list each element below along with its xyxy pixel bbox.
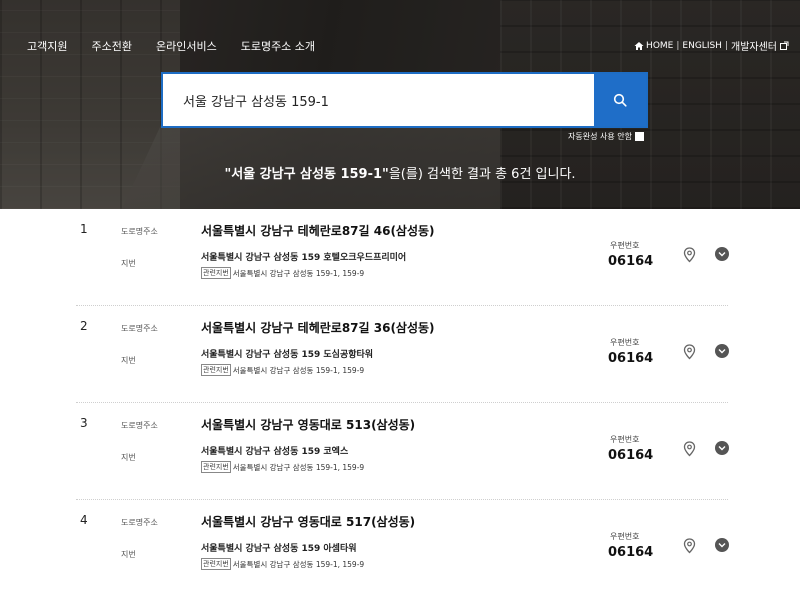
result-row: 2 도로명주소 지번 서울특별시 강남구 테헤란로87길 36(삼성동) 서울특…	[76, 306, 729, 403]
search-icon	[613, 93, 627, 107]
expand-button[interactable]	[715, 247, 729, 261]
util-separator: |	[724, 40, 728, 51]
road-address-label: 도로명주소	[121, 421, 158, 430]
dev-center-link[interactable]: 개발자센터	[731, 38, 777, 53]
road-address-label: 도로명주소	[121, 518, 158, 527]
jibun-label: 지번	[121, 259, 136, 268]
home-icon[interactable]	[634, 41, 644, 51]
result-row: 4 도로명주소 지번 서울특별시 강남구 영동대로 517(삼성동) 서울특별시…	[76, 500, 729, 597]
map-pin-icon[interactable]	[683, 344, 696, 360]
autocomplete-toggle[interactable]: 자동완성 사용 안함	[568, 131, 644, 142]
related-jibun-tag: 관련지번	[201, 461, 231, 473]
result-row: 3 도로명주소 지번 서울특별시 강남구 영동대로 513(삼성동) 서울특별시…	[76, 403, 729, 500]
results-list: 1 도로명주소 지번 서울특별시 강남구 테헤란로87길 46(삼성동) 서울특…	[0, 209, 800, 597]
autocomplete-checkbox[interactable]	[634, 132, 644, 141]
road-address[interactable]: 서울특별시 강남구 테헤란로87길 36(삼성동)	[201, 319, 435, 336]
expand-button[interactable]	[715, 344, 729, 358]
map-pin-icon[interactable]	[683, 538, 696, 554]
related-jibun: 관련지번 서울특별시 강남구 삼성동 159-1, 159-9	[201, 267, 364, 279]
road-address-label: 도로명주소	[121, 227, 158, 236]
jibun-label: 지번	[121, 550, 136, 559]
jibun-address: 서울특별시 강남구 삼성동 159 도심공항타워	[201, 350, 374, 360]
chevron-down-icon	[718, 446, 726, 451]
main-nav: 고객지원 주소전환 온라인서비스 도로명주소 소개	[27, 38, 339, 54]
related-jibun: 관련지번 서울특별시 강남구 삼성동 159-1, 159-9	[201, 461, 364, 473]
external-link-icon[interactable]	[780, 41, 789, 50]
road-address[interactable]: 서울특별시 강남구 영동대로 517(삼성동)	[201, 513, 415, 530]
related-jibun-value: 서울특별시 강남구 삼성동 159-1, 159-9	[232, 365, 365, 375]
result-number: 4	[80, 513, 88, 527]
result-row: 1 도로명주소 지번 서울특별시 강남구 테헤란로87길 46(삼성동) 서울특…	[76, 209, 729, 306]
jibun-address: 서울특별시 강남구 삼성동 159 코엑스	[201, 447, 349, 457]
zip-code: 06164	[608, 351, 654, 366]
chevron-down-icon	[718, 349, 726, 354]
jibun-label: 지번	[121, 356, 136, 365]
chevron-down-icon	[718, 252, 726, 257]
related-jibun-value: 서울특별시 강남구 삼성동 159-1, 159-9	[232, 268, 365, 278]
jibun-address: 서울특별시 강남구 삼성동 159 아셈타워	[201, 544, 357, 554]
nav-item-address-conversion[interactable]: 주소전환	[91, 38, 131, 54]
search-summary: "서울 강남구 삼성동 159-1"을(를) 검색한 결과 총 6건 입니다.	[0, 163, 800, 182]
jibun-address: 서울특별시 강남구 삼성동 159 호텔오크우드프리미어	[201, 253, 407, 263]
jibun-label: 지번	[121, 453, 136, 462]
related-jibun: 관련지번 서울특별시 강남구 삼성동 159-1, 159-9	[201, 364, 364, 376]
home-link[interactable]: HOME	[646, 41, 673, 51]
related-jibun-value: 서울특별시 강남구 삼성동 159-1, 159-9	[232, 462, 365, 472]
utility-menu: HOME | ENGLISH | 개발자센터	[634, 38, 789, 53]
related-jibun-tag: 관련지번	[201, 364, 231, 376]
autocomplete-label: 자동완성 사용 안함	[568, 132, 632, 141]
nav-item-online-service[interactable]: 온라인서비스	[156, 38, 217, 54]
zip-code: 06164	[608, 254, 654, 269]
map-pin-icon[interactable]	[683, 247, 696, 263]
util-separator: |	[676, 40, 680, 51]
road-address[interactable]: 서울특별시 강남구 영동대로 513(삼성동)	[201, 416, 415, 433]
nav-item-customer-support[interactable]: 고객지원	[27, 38, 67, 54]
related-jibun-tag: 관련지번	[201, 558, 231, 570]
search-bar	[161, 72, 648, 128]
road-address[interactable]: 서울특별시 강남구 테헤란로87길 46(삼성동)	[201, 222, 435, 239]
chevron-down-icon	[718, 543, 726, 548]
related-jibun-tag: 관련지번	[201, 267, 231, 279]
hero-banner: 고객지원 주소전환 온라인서비스 도로명주소 소개 HOME | ENGLISH…	[0, 0, 800, 209]
summary-query: "서울 강남구 삼성동 159-1"	[224, 167, 389, 182]
result-number: 3	[80, 416, 88, 430]
zip-code: 06164	[608, 448, 654, 463]
zip-label: 우편번호	[610, 435, 640, 444]
english-link[interactable]: ENGLISH	[682, 41, 722, 51]
expand-button[interactable]	[715, 538, 729, 552]
zip-label: 우편번호	[610, 532, 640, 541]
zip-label: 우편번호	[610, 338, 640, 347]
search-button[interactable]	[594, 74, 646, 126]
summary-suffix: 을(를) 검색한 결과 총 6건 입니다.	[388, 167, 576, 182]
related-jibun: 관련지번 서울특별시 강남구 삼성동 159-1, 159-9	[201, 558, 364, 570]
nav-item-road-address-intro[interactable]: 도로명주소 소개	[241, 38, 315, 54]
result-number: 1	[80, 222, 88, 236]
zip-code: 06164	[608, 545, 654, 560]
map-pin-icon[interactable]	[683, 441, 696, 457]
result-number: 2	[80, 319, 88, 333]
zip-label: 우편번호	[610, 241, 640, 250]
road-address-label: 도로명주소	[121, 324, 158, 333]
search-input[interactable]	[163, 74, 594, 126]
expand-button[interactable]	[715, 441, 729, 455]
related-jibun-value: 서울특별시 강남구 삼성동 159-1, 159-9	[232, 559, 365, 569]
